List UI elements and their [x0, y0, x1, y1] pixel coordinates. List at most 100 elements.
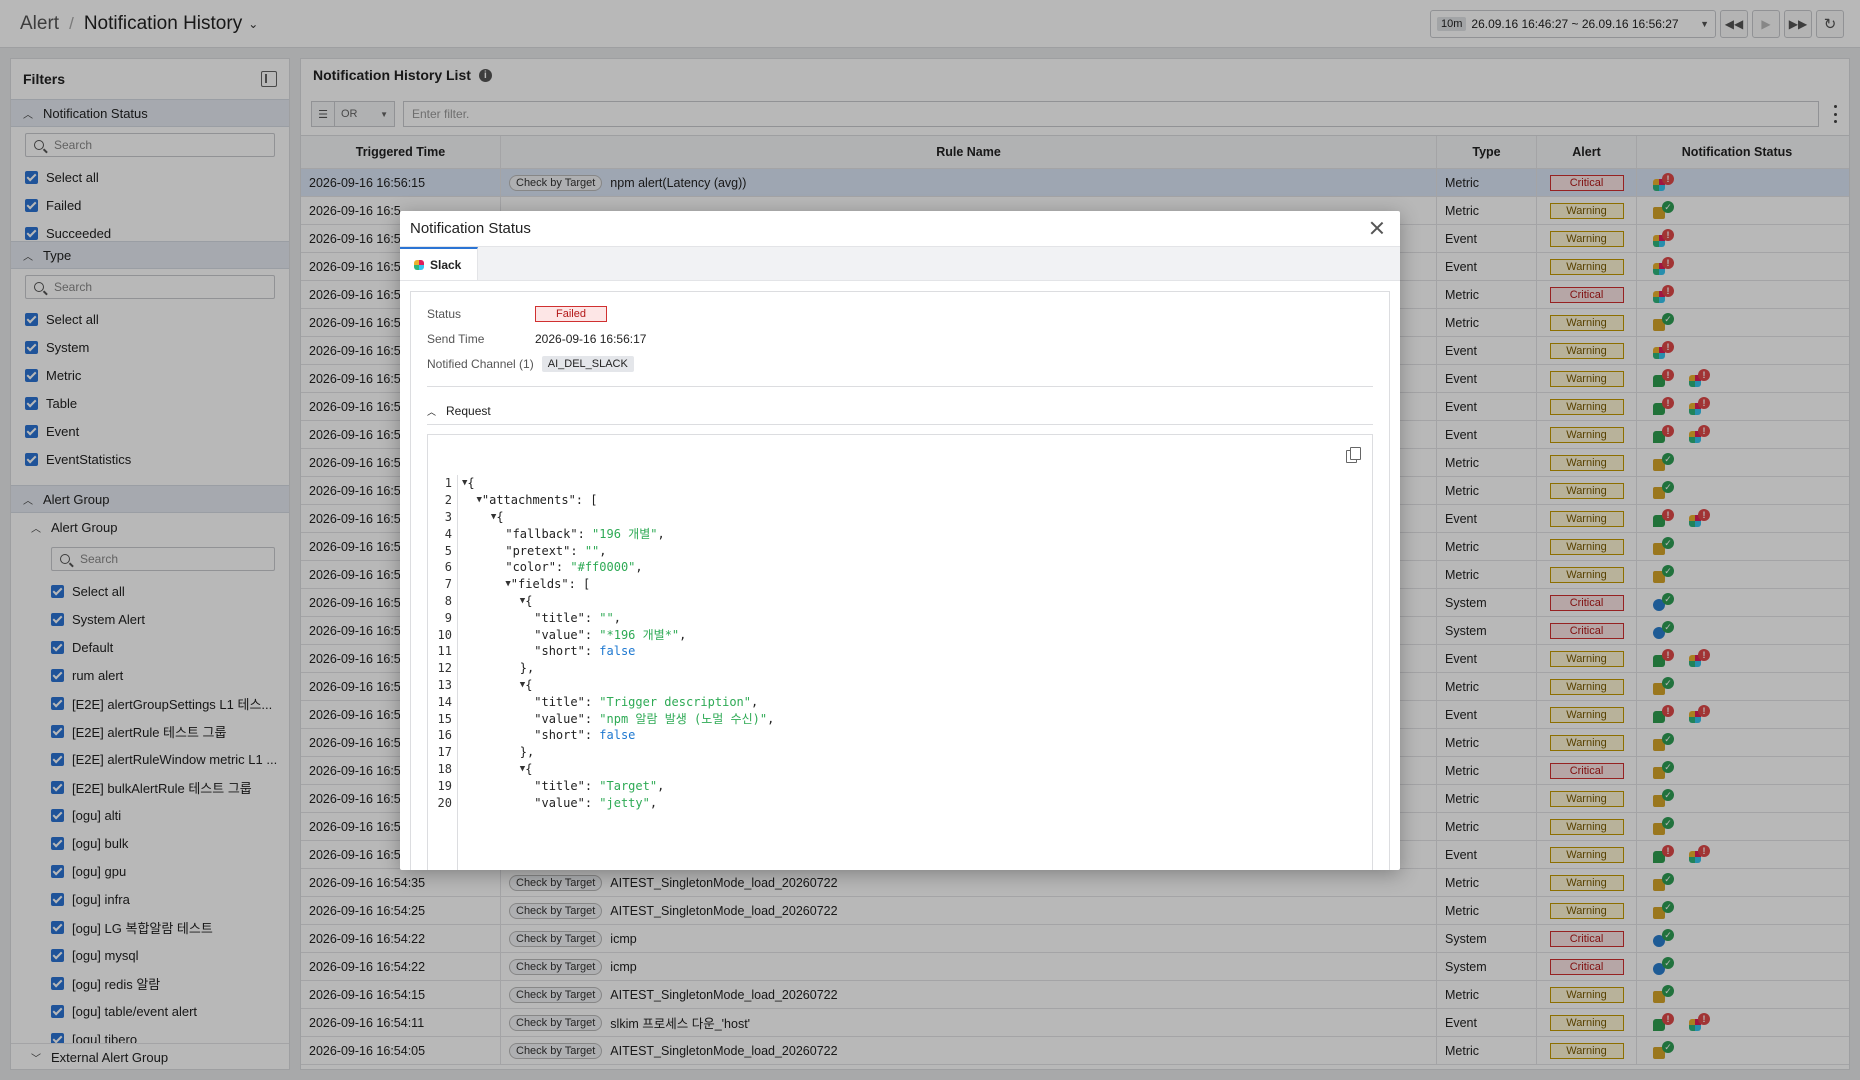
code-line: 20 "value": "jetty", — [428, 794, 774, 811]
line-number: 5 — [444, 543, 452, 558]
code-line: 15 "value": "npm 알람 발생 (노멀 수신)", — [428, 710, 775, 727]
code-value: "jetty" — [599, 795, 650, 810]
code-line: 10 "value": "*196 개별*", — [428, 626, 774, 643]
code-text: }, — [462, 661, 535, 676]
code-value: "#ff0000" — [570, 560, 636, 575]
code-value: "" — [584, 543, 600, 558]
code-line: 3 ▼{ — [428, 509, 774, 526]
code-text: "title": — [462, 694, 600, 709]
line-number: 9 — [444, 610, 452, 625]
line-number: 15 — [437, 711, 452, 726]
code-text: { — [525, 761, 533, 776]
code-text: "short": — [462, 728, 600, 743]
channel-row: Notified Channel (1) AI_DEL_SLACK — [427, 356, 634, 372]
line-number: 20 — [437, 795, 452, 810]
code-punct: , — [635, 560, 643, 575]
modal-body: Status Failed Send Time 2026-09-16 16:56… — [410, 291, 1390, 870]
code-value: "Trigger description" — [599, 694, 751, 709]
line-number: 12 — [437, 661, 452, 676]
tab-slack[interactable]: Slack — [400, 247, 479, 280]
code-text: "fallback": — [462, 526, 593, 541]
tab-label: Slack — [430, 257, 462, 272]
divider — [427, 386, 1373, 387]
send-time-value: 2026-09-16 16:56:17 — [535, 332, 647, 346]
line-number: 10 — [437, 627, 452, 642]
status-badge: Failed — [535, 306, 607, 322]
code-value: "npm 알람 발생 (노멀 수신)" — [599, 712, 768, 727]
code-line: 5 "pretext": "", — [428, 542, 774, 559]
line-number: 11 — [437, 644, 452, 659]
code-line: 8 ▼{ — [428, 593, 774, 610]
code-lines: 1 ▼{2 ▼ "attachments": [3 ▼{4 "fallback": … — [428, 475, 775, 811]
code-line: 16 "short": false — [428, 727, 774, 744]
code-value: "Target" — [599, 778, 658, 793]
code-line: 1 ▼{ — [428, 475, 774, 492]
line-number: 1 — [444, 476, 452, 491]
line-number: 4 — [444, 526, 452, 541]
code-punct: , — [657, 526, 665, 541]
code-text: { — [525, 593, 533, 608]
code-punct: , — [657, 778, 665, 793]
send-time-label: Send Time — [427, 332, 485, 346]
request-toggle[interactable]: ︿ Request — [427, 404, 491, 418]
code-text: { — [496, 509, 504, 524]
code-line: 7 ▼ "fields": [ — [428, 576, 774, 593]
line-number: 16 — [437, 728, 452, 743]
code-text: }, — [462, 745, 535, 760]
code-line: 6 "color": "#ff0000", — [428, 559, 774, 576]
line-number: 14 — [437, 694, 452, 709]
code-value: "" — [599, 610, 614, 625]
request-code-viewer[interactable]: 1 ▼{2 ▼ "attachments": [3 ▼{4 "fallback": … — [427, 434, 1373, 870]
status-row: Status Failed — [427, 306, 607, 322]
status-label: Status — [427, 307, 462, 321]
line-number: 8 — [444, 593, 452, 608]
close-icon[interactable] — [1368, 219, 1386, 237]
code-punct: , — [767, 711, 775, 726]
code-text: { — [467, 476, 475, 491]
line-number: 17 — [437, 745, 452, 760]
line-number: 6 — [444, 560, 452, 575]
line-number: 19 — [437, 778, 452, 793]
line-number: 7 — [444, 577, 452, 592]
code-text: "fields": [ — [510, 577, 591, 592]
code-line: 13 ▼{ — [428, 677, 774, 694]
code-text: "value": — [462, 711, 600, 726]
divider — [427, 424, 1373, 425]
code-line: 17 }, — [428, 744, 774, 761]
code-line: 9 "title": "", — [428, 609, 774, 626]
channel-tag: AI_DEL_SLACK — [541, 356, 634, 372]
code-text: "value": — [462, 795, 600, 810]
modal-title: Notification Status — [410, 220, 531, 237]
code-line: 19 "title": "Target", — [428, 777, 774, 794]
line-number: 18 — [437, 761, 452, 776]
code-text: "attachments": [ — [481, 493, 598, 508]
copy-icon[interactable] — [1346, 447, 1361, 463]
code-punct: , — [751, 694, 759, 709]
code-value: "196 개별" — [592, 527, 658, 542]
code-line: 11 "short": false — [428, 643, 774, 660]
code-text: "title": — [462, 778, 600, 793]
code-text: { — [525, 677, 533, 692]
notification-status-modal: Notification Status Slack Status Failed … — [400, 211, 1400, 870]
slack-icon — [414, 259, 424, 270]
code-text: "title": — [462, 610, 600, 625]
code-line: 14 "title": "Trigger description", — [428, 693, 774, 710]
code-punct: , — [613, 610, 621, 625]
code-text: "value": — [462, 627, 600, 642]
code-text: "color": — [462, 560, 571, 575]
code-text: "pretext": — [462, 543, 585, 558]
channel-label: Notified Channel (1) — [427, 357, 534, 371]
line-number: 3 — [444, 509, 452, 524]
line-number: 13 — [437, 677, 452, 692]
code-punct: , — [649, 795, 658, 810]
code-value: "*196 개별*" — [599, 628, 680, 643]
code-line: 2 ▼ "attachments": [ — [428, 492, 774, 509]
chevron-up-icon: ︿ — [427, 406, 437, 417]
code-value: false — [599, 644, 636, 659]
modal-tabs: Slack — [400, 247, 1400, 281]
